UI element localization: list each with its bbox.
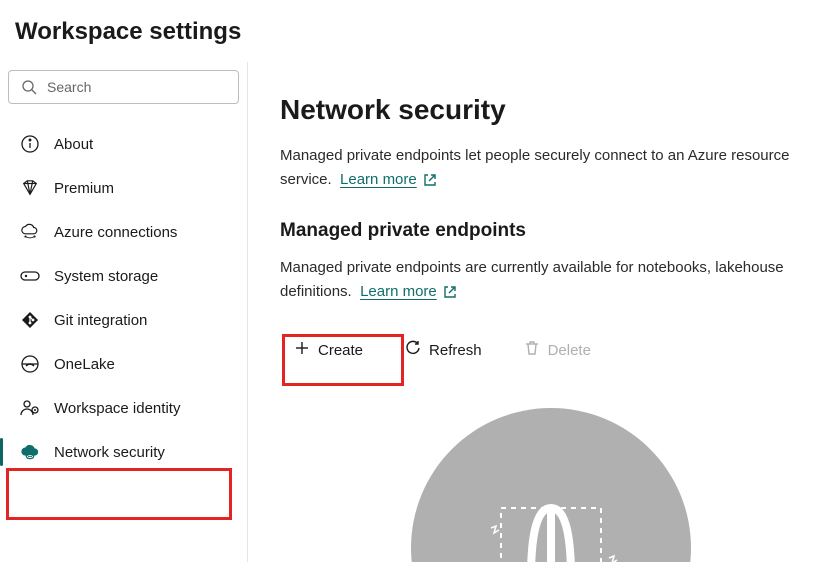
learn-more-link-2[interactable]: Learn more	[360, 280, 457, 304]
onelake-icon	[20, 354, 40, 374]
trash-icon	[524, 340, 540, 360]
refresh-icon	[405, 340, 421, 360]
learn-more-link[interactable]: Learn more	[340, 168, 437, 192]
sidebar-item-onelake[interactable]: OneLake	[8, 342, 247, 386]
storage-icon	[20, 266, 40, 286]
sidebar-item-label: OneLake	[54, 356, 115, 373]
sidebar-item-label: System storage	[54, 268, 158, 285]
search-input[interactable]	[47, 79, 228, 95]
create-button[interactable]: Create	[280, 332, 377, 368]
sidebar-item-label: Azure connections	[54, 224, 177, 241]
external-link-icon	[443, 285, 457, 299]
cloud-link-icon	[20, 222, 40, 242]
toolbar: Create Refresh	[280, 332, 821, 368]
section-description: Managed private endpoints are currently …	[280, 256, 821, 304]
intro-text: Managed private endpoints let people sec…	[280, 144, 821, 192]
sidebar-item-label: About	[54, 136, 93, 153]
main-title: Network security	[280, 94, 821, 126]
delete-button: Delete	[510, 332, 605, 368]
sidebar-item-azure-connections[interactable]: Azure connections	[8, 210, 247, 254]
external-link-icon	[423, 173, 437, 187]
info-icon	[20, 134, 40, 154]
search-icon	[19, 77, 39, 97]
empty-illustration	[411, 408, 691, 562]
main-content: Network security Managed private endpoin…	[248, 62, 821, 562]
diamond-icon	[20, 178, 40, 198]
plus-icon	[294, 340, 310, 360]
sidebar-item-label: Network security	[54, 444, 165, 461]
layout-container: About Premium	[0, 62, 821, 562]
empty-state	[280, 408, 821, 562]
refresh-button[interactable]: Refresh	[391, 332, 496, 368]
sidebar-item-git-integration[interactable]: Git integration	[8, 298, 247, 342]
git-icon	[20, 310, 40, 330]
sidebar-item-workspace-identity[interactable]: Workspace identity	[8, 386, 247, 430]
sidebar-item-label: Workspace identity	[54, 400, 180, 417]
sidebar-item-premium[interactable]: Premium	[8, 166, 247, 210]
sidebar: About Premium	[0, 62, 248, 562]
sidebar-item-label: Git integration	[54, 312, 147, 329]
section-title: Managed private endpoints	[280, 220, 821, 242]
sidebar-item-label: Premium	[54, 180, 114, 197]
search-box[interactable]	[8, 70, 239, 104]
cloud-lock-icon	[20, 442, 40, 462]
page-title: Workspace settings	[0, 0, 821, 62]
sidebar-item-system-storage[interactable]: System storage	[8, 254, 247, 298]
identity-icon	[20, 398, 40, 418]
sidebar-item-network-security[interactable]: Network security	[8, 430, 247, 474]
sidebar-item-about[interactable]: About	[8, 122, 247, 166]
